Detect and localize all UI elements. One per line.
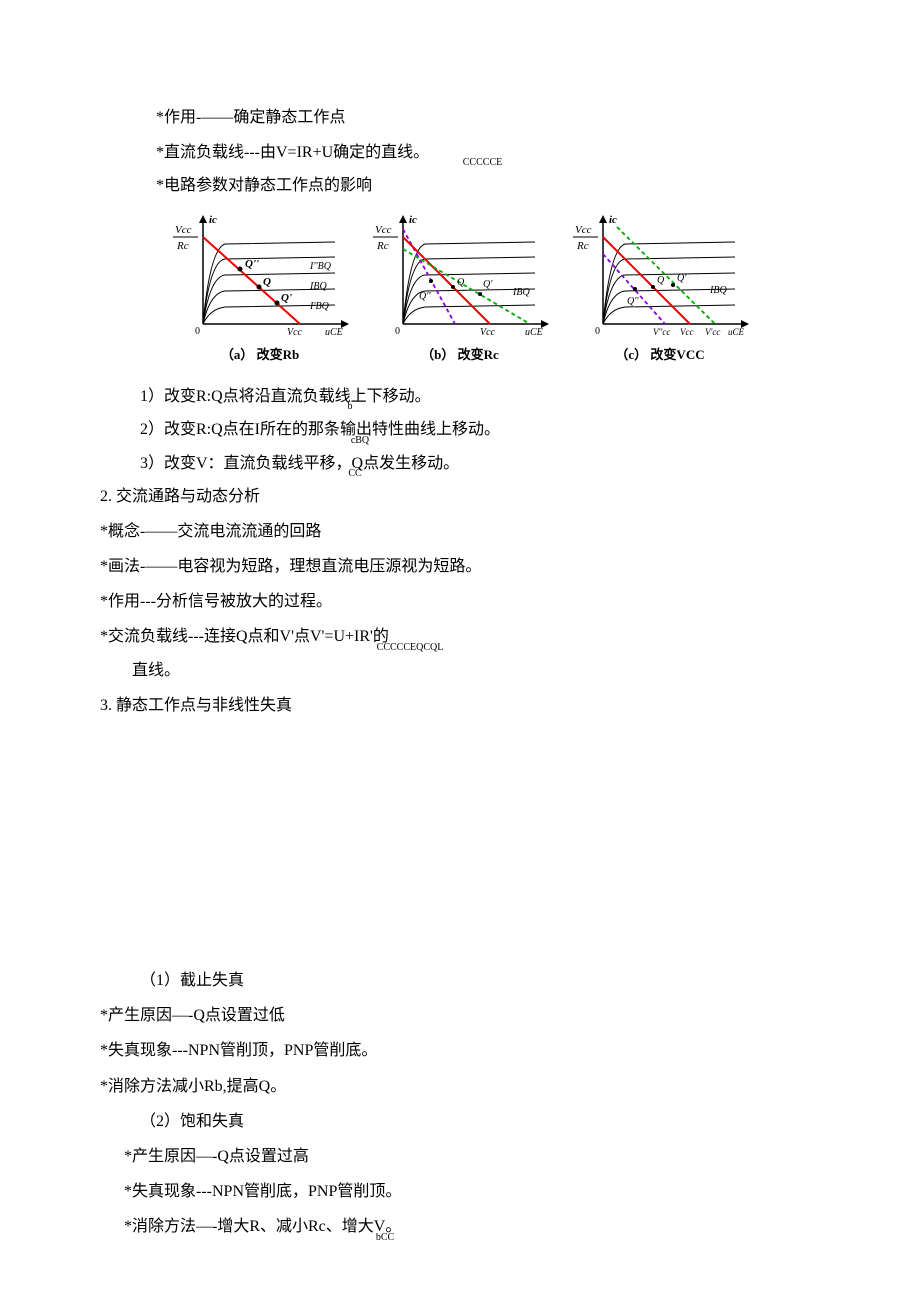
x-vcc: Vcc — [287, 327, 303, 338]
line-7: 2. 交流通路与动态分析 — [100, 479, 820, 514]
q: Q — [457, 277, 465, 288]
qp: Q' — [483, 279, 493, 290]
ibq: IBQ — [512, 287, 530, 298]
line-13: 3. 静态工作点与非线性失真 — [100, 688, 820, 723]
x-vccpp: V''cc — [653, 327, 670, 337]
blank-space — [100, 723, 820, 963]
x-uce: uCE — [728, 327, 745, 337]
ibqpp: I''BQ — [309, 261, 332, 272]
qpp: Q'' — [419, 291, 431, 302]
line-15: *产生原因—-Q点设置过低 — [100, 998, 820, 1033]
diagram-b: ic Vcc Rc 0 Q'' Q Q' IBQ — [365, 209, 555, 370]
line-20: *失真现象---NPN管削底，PNP管削顶。 — [124, 1174, 820, 1209]
line-14: （1）截止失真 — [140, 963, 820, 998]
frac-top: Vcc — [375, 224, 392, 236]
diagram-c: ic Vcc Rc 0 Q'' Q Q' IBQ — [565, 209, 755, 370]
diagram-c-caption: （c） 改变VCC — [565, 341, 755, 370]
origin: 0 — [195, 326, 200, 337]
frac-bot: Rc — [176, 240, 189, 252]
y-label: ic — [609, 214, 617, 226]
line-19: *产生原因—-Q点设置过高 — [124, 1139, 820, 1174]
document-body: *作用-——确定静态工作点 *直流负载线---由V=IR+U确定的直线。 CCC… — [0, 0, 920, 1303]
diagram-b-caption: （b） 改变Rc — [365, 341, 555, 370]
line-18: （2）饱和失真 — [140, 1104, 820, 1139]
diagram-a-svg: ic Vcc Rc 0 Q'' Q Q' — [165, 209, 355, 339]
line-1: *作用-——确定静态工作点 — [156, 100, 820, 135]
x-vccp: V'cc — [705, 327, 720, 337]
frac-top: Vcc — [175, 224, 192, 236]
line-10: *作用---分析信号被放大的过程。 — [100, 584, 820, 619]
frac-bot: Rc — [576, 240, 589, 252]
line-21-sub: bCC — [0, 1233, 820, 1243]
origin: 0 — [595, 326, 600, 337]
line-9: *画法-——电容视为短路，理想直流电压源视为短路。 — [100, 549, 820, 584]
y-label: ic — [409, 214, 417, 226]
diagram-a-caption: （a） 改变Rb — [165, 341, 355, 370]
ibqp: I'BQ — [309, 301, 330, 312]
frac-top: Vcc — [575, 224, 592, 236]
diagram-a: ic Vcc Rc 0 Q'' Q Q' — [165, 209, 355, 370]
qp: Q' — [677, 273, 687, 284]
diagram-b-svg: ic Vcc Rc 0 Q'' Q Q' IBQ — [365, 209, 555, 339]
q: Q — [657, 275, 665, 286]
line-3: *电路参数对静态工作点的影响 — [156, 168, 820, 203]
x-vcc: Vcc — [480, 327, 496, 338]
qpp: Q'' — [627, 296, 639, 307]
x-uce: uCE — [525, 327, 543, 338]
line-17: *消除方法减小Rb,提高Q。 — [100, 1069, 820, 1104]
q: Q — [263, 276, 271, 288]
y-label: ic — [209, 214, 217, 226]
line-12: 直线。 — [132, 653, 820, 688]
line-8: *概念-——交流电流流通的回路 — [100, 514, 820, 549]
line-16: *失真现象---NPN管削顶，PNP管削底。 — [100, 1033, 820, 1068]
frac-bot: Rc — [376, 240, 389, 252]
diagram-c-svg: ic Vcc Rc 0 Q'' Q Q' IBQ — [565, 209, 755, 339]
origin: 0 — [395, 326, 400, 337]
qp: Q' — [281, 292, 292, 304]
ibq: IBQ — [309, 281, 327, 292]
x-vcc: Vcc — [680, 327, 694, 337]
qpp: Q'' — [245, 258, 259, 270]
ibq: IBQ — [709, 285, 727, 296]
x-uce: uCE — [325, 327, 343, 338]
diagram-row: ic Vcc Rc 0 Q'' Q Q' — [100, 209, 820, 370]
